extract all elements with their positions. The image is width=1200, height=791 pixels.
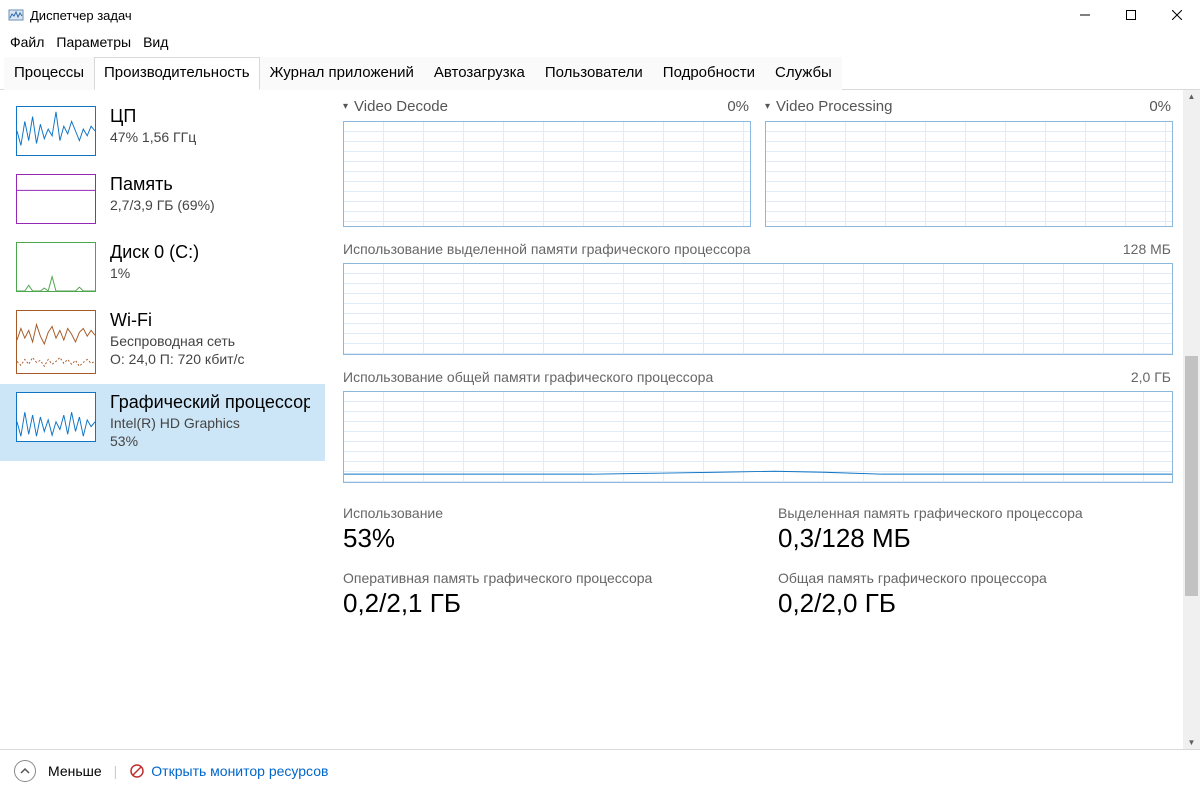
maximize-button[interactable] [1108,0,1154,30]
stat-shared-value: 0,2/2,0 ГБ [778,588,1173,619]
sidebar-item-gpu[interactable]: Графический процессор 0 Intel(R) HD Grap… [0,384,325,461]
wifi-sub2: О: 24,0 П: 720 кбит/с [110,350,244,369]
tab-users[interactable]: Пользователи [535,57,653,90]
fewer-details-label[interactable]: Меньше [48,763,102,779]
gpu-sub: Intel(R) HD Graphics [110,414,310,433]
details-panel: ▾ Video Decode 0% ▾ Video Processing 0% [325,90,1200,749]
task-manager-window: Диспетчер задач Файл Параметры Вид Проце… [0,0,1200,791]
vertical-scrollbar[interactable]: ▲ ▼ [1183,90,1200,749]
menu-view[interactable]: Вид [143,34,168,50]
scrollbar-thumb[interactable] [1185,356,1198,596]
stat-gpuram-label: Оперативная память графического процессо… [343,570,738,586]
resource-monitor-icon [129,763,145,779]
collapse-button[interactable] [14,760,36,782]
chevron-up-icon [20,766,30,776]
video-processing-graph[interactable] [765,121,1173,227]
titlebar: Диспетчер задач [0,0,1200,30]
close-button[interactable] [1154,0,1200,30]
open-resource-monitor-link[interactable]: Открыть монитор ресурсов [129,763,328,779]
wifi-thumb-chart [16,310,96,374]
dedicated-mem-max: 128 МБ [1123,241,1171,257]
stat-utilization-label: Использование [343,505,738,521]
open-resource-monitor-label: Открыть монитор ресурсов [151,763,328,779]
tab-services[interactable]: Службы [765,57,842,90]
chevron-down-icon[interactable]: ▾ [343,101,348,112]
gpu-title: Графический процессор 0 [110,392,310,414]
menubar: Файл Параметры Вид [0,30,1200,56]
scroll-down-icon[interactable]: ▼ [1188,738,1196,747]
stats-grid: Использование 53% Оперативная память гра… [343,483,1173,645]
stat-dedicated-value: 0,3/128 МБ [778,523,1173,554]
dedicated-mem-label: Использование выделенной памяти графичес… [343,241,1123,257]
wifi-sub: Беспроводная сеть [110,332,244,351]
stat-dedicated-label: Выделенная память графического процессор… [778,505,1173,521]
shared-mem-max: 2,0 ГБ [1131,369,1171,385]
sidebar-item-disk[interactable]: Диск 0 (C:) 1% [0,234,325,302]
gpu-thumb-chart [16,392,96,442]
disk-sub: 1% [110,264,199,283]
tabs: Процессы Производительность Журнал прило… [0,56,1200,90]
detail-scroll: ▾ Video Decode 0% ▾ Video Processing 0% [325,90,1183,749]
tab-performance[interactable]: Производительность [94,57,260,90]
shared-mem-label: Использование общей памяти графического … [343,369,1131,385]
cpu-sub: 47% 1,56 ГГц [110,128,196,147]
shared-mem-graph[interactable] [343,391,1173,483]
menu-options[interactable]: Параметры [56,34,131,50]
video-decode-graph[interactable] [343,121,751,227]
body: ЦП 47% 1,56 ГГц Память 2,7/3,9 ГБ (69%) [0,90,1200,749]
memory-title: Память [110,174,215,196]
sidebar-item-wifi[interactable]: Wi-Fi Беспроводная сеть О: 24,0 П: 720 к… [0,302,325,384]
stat-shared-label: Общая память графического процессора [778,570,1173,586]
tab-startup[interactable]: Автозагрузка [424,57,535,90]
chart-video-processing: ▾ Video Processing 0% [765,94,1173,227]
memory-thumb-chart [16,174,96,224]
cpu-title: ЦП [110,106,196,128]
video-processing-value: 0% [1149,98,1171,115]
sidebar-item-cpu[interactable]: ЦП 47% 1,56 ГГц [0,98,325,166]
disk-title: Диск 0 (C:) [110,242,199,264]
stat-utilization-value: 53% [343,523,738,554]
gpu-sub2: 53% [110,432,310,451]
wifi-title: Wi-Fi [110,310,244,332]
window-title: Диспетчер задач [30,8,132,23]
tab-processes[interactable]: Процессы [4,57,94,90]
stat-gpuram-value: 0,2/2,1 ГБ [343,588,738,619]
scroll-up-icon[interactable]: ▲ [1188,92,1196,101]
chart-video-decode: ▾ Video Decode 0% [343,94,751,227]
minimize-button[interactable] [1062,0,1108,30]
separator: | [114,763,118,779]
memory-sub: 2,7/3,9 ГБ (69%) [110,196,215,215]
sidebar: ЦП 47% 1,56 ГГц Память 2,7/3,9 ГБ (69%) [0,90,325,749]
dedicated-mem-graph[interactable] [343,263,1173,355]
footer: Меньше | Открыть монитор ресурсов [0,749,1200,791]
video-processing-label[interactable]: Video Processing [776,98,1149,115]
video-decode-label[interactable]: Video Decode [354,98,727,115]
chevron-down-icon[interactable]: ▾ [765,101,770,112]
cpu-thumb-chart [16,106,96,156]
tab-app-history[interactable]: Журнал приложений [260,57,424,90]
menu-file[interactable]: Файл [10,34,44,50]
disk-thumb-chart [16,242,96,292]
app-icon [8,7,24,23]
video-decode-value: 0% [727,98,749,115]
tab-details[interactable]: Подробности [653,57,765,90]
sidebar-item-memory[interactable]: Память 2,7/3,9 ГБ (69%) [0,166,325,234]
